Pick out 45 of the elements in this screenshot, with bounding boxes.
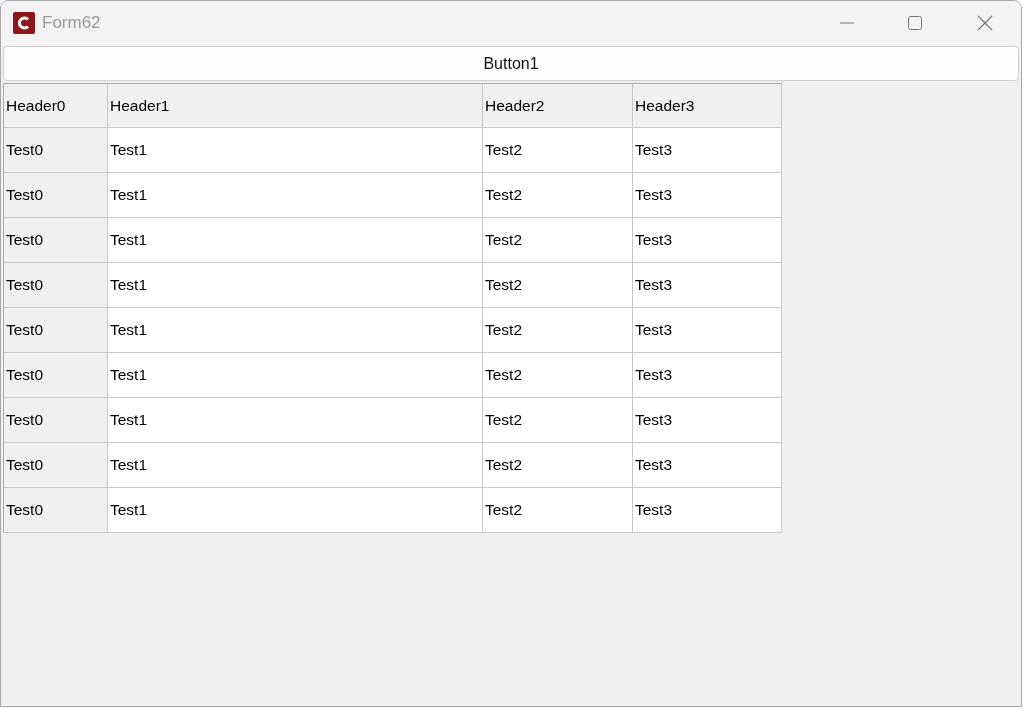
table-cell: Test3 [633,488,782,533]
maximize-icon[interactable] [908,16,922,30]
table-cell: Test1 [108,128,483,173]
table-cell: Test0 [4,443,108,488]
table-cell: Test0 [4,398,108,443]
table-cell: Test2 [483,263,633,308]
table-cell: Test3 [633,128,782,173]
column-header[interactable]: Header3 [633,84,782,128]
table-cell: Test0 [4,128,108,173]
table-cell: Test0 [4,488,108,533]
close-icon[interactable] [977,15,993,31]
table-cell: Test1 [108,218,483,263]
window-title: Form62 [42,13,101,33]
table-cell: Test1 [108,308,483,353]
table-cell: Test1 [108,488,483,533]
table-cell: Test2 [483,173,633,218]
table-cell: Test1 [108,353,483,398]
table-cell: Test1 [108,173,483,218]
push-button[interactable]: Button1 [3,46,1019,81]
table-cell: Test3 [633,263,782,308]
table-cell: Test2 [483,398,633,443]
table-cell: Test2 [483,443,633,488]
table-cell: Test1 [108,263,483,308]
table-cell: Test3 [633,218,782,263]
table-cell: Test1 [108,443,483,488]
table-cell: Test3 [633,353,782,398]
column-header[interactable]: Header1 [108,84,483,128]
table-cell: Test0 [4,308,108,353]
table-cell: Test0 [4,263,108,308]
table-cell: Test2 [483,308,633,353]
column-header[interactable]: Header2 [483,84,633,128]
table-cell: Test0 [4,353,108,398]
column-header[interactable]: Header0 [4,84,108,128]
table-cell: Test1 [108,398,483,443]
table-cell: Test3 [633,308,782,353]
table-cell: Test3 [633,398,782,443]
table-cell: Test2 [483,128,633,173]
app-logo-icon [13,12,35,34]
table-cell: Test2 [483,353,633,398]
table-cell: Test0 [4,173,108,218]
table-cell: Test0 [4,218,108,263]
table-cell: Test3 [633,173,782,218]
table-cell: Test2 [483,488,633,533]
table-cell: Test2 [483,218,633,263]
table-cell: Test3 [633,443,782,488]
